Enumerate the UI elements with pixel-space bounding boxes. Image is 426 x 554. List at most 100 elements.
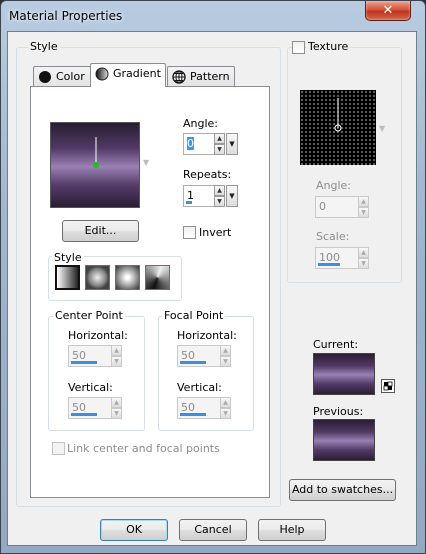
texture-direction-handle-icon[interactable] (300, 90, 376, 165)
circle-icon (39, 71, 51, 83)
add-to-swatches-button[interactable]: Add to swatches... (289, 479, 396, 501)
help-button[interactable]: Help (258, 519, 326, 541)
texture-angle-stepper[interactable]: ▲ ▼ (358, 196, 369, 218)
tab-pattern-label: Pattern (190, 70, 230, 83)
tab-pattern[interactable]: Pattern (167, 66, 235, 87)
linear-style-icon[interactable] (55, 265, 80, 290)
link-points-checkbox[interactable] (52, 442, 65, 455)
repeats-stepper[interactable]: ▲ ▼ (214, 185, 225, 207)
center-horizontal-stepper[interactable]: ▲ ▼ (111, 345, 122, 367)
texture-scale-stepper[interactable]: ▲ ▼ (358, 247, 369, 269)
texture-checkbox[interactable] (292, 41, 305, 54)
center-horizontal-input[interactable]: 50 (68, 345, 112, 367)
texture-angle-up-arrow-icon[interactable]: ▲ (358, 196, 369, 207)
repeats-slider-bar (186, 201, 192, 204)
angle-down-arrow-icon[interactable]: ▼ (214, 144, 225, 155)
texture-label: Texture (306, 40, 351, 53)
focal-horizontal-spinner[interactable]: 50 ▲ ▼ (177, 345, 234, 367)
center-vertical-slider-bar (71, 413, 97, 416)
ok-button[interactable]: OK (100, 519, 168, 541)
texture-scale-slider-bar (318, 263, 340, 266)
gradient-preview[interactable] (50, 122, 140, 208)
focal-vertical-spinner[interactable]: 50 ▲ ▼ (177, 397, 234, 419)
angle-up-arrow-icon[interactable]: ▲ (214, 133, 225, 144)
focal-horizontal-slider-bar (180, 361, 206, 364)
gradient-style-buttons (55, 265, 175, 290)
cancel-button[interactable]: Cancel (179, 519, 247, 541)
half-circle-icon (95, 67, 109, 81)
texture-preview[interactable] (300, 90, 376, 165)
angle-spinner[interactable]: 0 ▲ ▼ ▼ (183, 133, 238, 155)
center-horizontal-label: Horizontal: (68, 329, 128, 342)
center-vertical-stepper[interactable]: ▲ ▼ (111, 397, 122, 419)
angle-input[interactable]: 0 (183, 133, 215, 155)
sunburst-style-icon[interactable] (115, 265, 140, 290)
center-horizontal-spinner[interactable]: 50 ▲ ▼ (68, 345, 125, 367)
close-icon: ✕ (382, 3, 394, 18)
texture-scale-up-arrow-icon[interactable]: ▲ (358, 247, 369, 258)
center-vertical-label: Vertical: (68, 381, 113, 394)
invert-label: Invert (199, 226, 232, 239)
gradient-direction-handle-icon[interactable] (51, 123, 141, 209)
previous-swatch[interactable] (313, 419, 375, 461)
center-vertical-down-arrow-icon[interactable]: ▼ (111, 408, 122, 419)
focal-vertical-input[interactable]: 50 (177, 397, 221, 419)
repeats-down-arrow-icon[interactable]: ▼ (214, 196, 225, 207)
texture-angle-spinner[interactable]: 0 ▲ ▼ (315, 196, 371, 218)
focal-vertical-down-arrow-icon[interactable]: ▼ (220, 408, 231, 419)
focal-horizontal-stepper[interactable]: ▲ ▼ (220, 345, 231, 367)
focal-horizontal-up-arrow-icon[interactable]: ▲ (220, 345, 231, 356)
tab-gradient-label: Gradient (113, 67, 161, 80)
texture-scale-down-arrow-icon[interactable]: ▼ (358, 258, 369, 269)
rectangular-style-icon[interactable] (85, 265, 110, 290)
texture-angle-input[interactable]: 0 (315, 196, 359, 218)
center-point-label: Center Point (53, 309, 125, 322)
center-horizontal-down-arrow-icon[interactable]: ▼ (111, 356, 122, 367)
repeats-spinner[interactable]: 1 ▲ ▼ ▼ (183, 185, 238, 207)
window-title: Material Properties (9, 9, 123, 23)
invert-checkbox[interactable] (183, 226, 196, 239)
focal-vertical-stepper[interactable]: ▲ ▼ (220, 397, 231, 419)
texture-angle-down-arrow-icon[interactable]: ▼ (358, 207, 369, 218)
focal-vertical-up-arrow-icon[interactable]: ▲ (220, 397, 231, 408)
focal-horizontal-input[interactable]: 50 (177, 345, 221, 367)
title-bar[interactable]: Material Properties ✕ (1, 1, 425, 33)
link-points-label: Link center and focal points (67, 442, 220, 455)
texture-angle-value: 0 (319, 200, 326, 213)
repeats-up-arrow-icon[interactable]: ▲ (214, 185, 225, 196)
current-label: Current: (313, 338, 359, 351)
center-horizontal-slider-bar (71, 361, 97, 364)
tab-color[interactable]: Color (33, 66, 91, 87)
focal-vertical-label: Vertical: (177, 381, 222, 394)
tab-color-label: Color (56, 70, 85, 83)
texture-scale-input[interactable]: 100 (315, 247, 359, 269)
globe-icon (172, 70, 186, 84)
tab-gradient[interactable]: Gradient (90, 63, 166, 87)
texture-angle-label: Angle: (316, 179, 352, 192)
angle-label: Angle: (183, 117, 219, 130)
focal-horizontal-down-arrow-icon[interactable]: ▼ (220, 356, 231, 367)
close-button[interactable]: ✕ (365, 1, 411, 21)
previous-label: Previous: (313, 405, 364, 418)
swap-swatch-button[interactable] (381, 379, 395, 393)
gradient-style-label: Style (52, 251, 84, 264)
texture-scale-label: Scale: (316, 230, 350, 243)
gradient-preset-dropdown-arrow-icon[interactable]: ▼ (143, 158, 149, 167)
center-vertical-up-arrow-icon[interactable]: ▲ (111, 397, 122, 408)
texture-dropdown-arrow-icon[interactable]: ▼ (379, 124, 385, 133)
swap-icon (383, 381, 393, 391)
angle-dropdown-arrow-icon[interactable]: ▼ (226, 133, 238, 155)
current-swatch[interactable] (313, 353, 375, 395)
texture-scale-spinner[interactable]: 100 ▲ ▼ (315, 247, 371, 269)
radial-style-icon[interactable] (145, 265, 170, 290)
edit-button[interactable]: Edit... (62, 220, 139, 242)
center-vertical-spinner[interactable]: 50 ▲ ▼ (68, 397, 125, 419)
focal-vertical-slider-bar (180, 413, 206, 416)
repeats-dropdown-arrow-icon[interactable]: ▼ (226, 185, 238, 207)
center-horizontal-up-arrow-icon[interactable]: ▲ (111, 345, 122, 356)
center-vertical-input[interactable]: 50 (68, 397, 112, 419)
repeats-input[interactable]: 1 (183, 185, 215, 207)
style-group-label: Style (28, 40, 60, 53)
focal-horizontal-label: Horizontal: (177, 329, 237, 342)
angle-stepper[interactable]: ▲ ▼ (214, 133, 225, 155)
